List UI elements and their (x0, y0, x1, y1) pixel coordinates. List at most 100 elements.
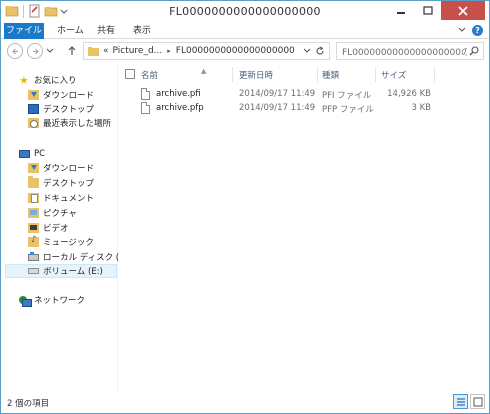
file-name: archive.pfp (156, 103, 204, 113)
large-icons-view-icon (473, 397, 482, 406)
nav-label: デスクトップ (43, 105, 95, 115)
nav-label: ドキュメント (43, 194, 95, 204)
tab-home[interactable]: ホーム (49, 23, 92, 39)
column-header-date[interactable]: 更新日時 (239, 67, 319, 83)
large-icons-view-button[interactable] (470, 394, 485, 409)
file-row[interactable]: archive.pfp 2014/09/17 11:49 PFP ファイル 3 … (119, 102, 489, 116)
nav-item-local-disk-c[interactable]: ローカル ディスク (C:) (28, 250, 131, 264)
nav-item-music[interactable]: ミュージック (28, 235, 94, 249)
nav-item-documents[interactable]: ドキュメント (28, 191, 94, 205)
maximize-button[interactable] (414, 1, 441, 20)
nav-label: 最近表示した場所 (43, 119, 112, 129)
file-size: 14,926 KB (387, 89, 431, 99)
address-dropdown-icon[interactable] (303, 47, 311, 58)
ribbon-controls: ? (458, 25, 483, 36)
column-label: 種類 (322, 71, 340, 81)
window-controls (387, 1, 485, 20)
star-icon: ★ (19, 73, 29, 87)
search-icon (469, 46, 479, 59)
breadcrumb-item[interactable]: Picture_d... (113, 46, 163, 56)
file-row[interactable]: archive.pfi 2014/09/17 11:49 PFI ファイル 14… (119, 88, 489, 102)
view-switcher (453, 394, 485, 409)
nav-label: PC (34, 149, 46, 159)
desktop-folder-icon (28, 176, 39, 188)
column-header-size[interactable]: サイズ (381, 67, 436, 83)
details-view-button[interactable] (453, 394, 468, 409)
column-header-type[interactable]: 種類 (322, 67, 377, 83)
nav-label: ネットワーク (34, 296, 86, 306)
documents-folder-icon (28, 193, 39, 203)
nav-label: ダウンロード (43, 164, 95, 174)
breadcrumb-overflow[interactable]: « (103, 46, 109, 56)
nav-item-favorites-downloads[interactable]: ダウンロード (28, 88, 94, 102)
file-name: archive.pfi (156, 89, 201, 99)
arrow-up-icon (68, 46, 76, 55)
file-icon (141, 88, 150, 100)
nav-label: ダウンロード (43, 91, 95, 101)
navigation-pane: ★ お気に入り ダウンロード デスクトップ 最近表示した場所 PC ダウンロード… (1, 63, 131, 391)
column-label: 更新日時 (239, 71, 274, 81)
column-label: 名前 (141, 71, 159, 81)
removable-drive-icon (28, 268, 39, 274)
nav-item-pictures[interactable]: ピクチャ (28, 206, 77, 220)
search-placeholder: FL0000000000000000000の... (342, 47, 467, 58)
file-date: 2014/09/17 11:49 (239, 89, 316, 99)
file-size: 3 KB (411, 103, 431, 113)
column-divider[interactable] (232, 67, 233, 82)
nav-item-volume-e[interactable]: ボリューム (E:) (5, 264, 117, 278)
nav-label: ビデオ (43, 224, 69, 234)
breadcrumb-separator-icon[interactable]: ▸ (167, 47, 171, 55)
file-type: PFI ファイル (322, 91, 372, 101)
nav-item-favorites-desktop[interactable]: デスクトップ (28, 102, 94, 116)
minimize-button[interactable] (387, 1, 414, 20)
nav-item-pc-desktop[interactable]: デスクトップ (28, 176, 94, 190)
nav-item-videos[interactable]: ビデオ (28, 221, 69, 235)
column-header-name[interactable]: 名前 ▲ (141, 67, 236, 83)
computer-icon (19, 150, 30, 158)
search-box[interactable]: FL0000000000000000000の... (336, 42, 484, 60)
refresh-icon[interactable] (315, 46, 325, 59)
details-view-icon (456, 397, 465, 406)
back-button[interactable] (7, 43, 23, 59)
nav-label: ミュージック (43, 238, 94, 248)
downloads-folder-icon (28, 163, 39, 173)
sort-ascending-icon: ▲ (201, 67, 207, 75)
nav-label: デスクトップ (43, 179, 95, 189)
network-icon (19, 295, 32, 307)
column-divider[interactable] (317, 67, 318, 82)
nav-item-recent-places[interactable]: 最近表示した場所 (28, 116, 111, 130)
expand-ribbon-icon[interactable] (458, 25, 466, 36)
nav-item-pc-downloads[interactable]: ダウンロード (28, 161, 94, 175)
chevron-down-icon (46, 48, 54, 53)
up-button[interactable] (67, 45, 77, 59)
downloads-folder-icon (28, 90, 39, 100)
select-all-checkbox[interactable] (125, 69, 135, 79)
breadcrumb-item-current[interactable]: FL0000000000000000000 (176, 46, 295, 56)
recent-locations-button[interactable] (46, 47, 54, 58)
tab-file[interactable]: ファイル (4, 23, 44, 39)
file-type: PFP ファイル (322, 105, 374, 115)
arrow-right-icon (32, 48, 39, 54)
column-divider[interactable] (434, 67, 435, 82)
tab-share[interactable]: 共有 (89, 23, 123, 39)
status-bar: 2 個の項目 (1, 391, 489, 413)
column-divider[interactable] (375, 67, 376, 82)
recent-places-icon (28, 118, 39, 128)
close-button[interactable] (441, 1, 485, 20)
tab-view[interactable]: 表示 (125, 23, 159, 39)
nav-network[interactable]: ネットワーク (19, 293, 85, 307)
forward-button[interactable] (27, 43, 43, 59)
nav-label: ローカル ディスク (C:) (43, 253, 132, 263)
address-bar[interactable]: « Picture_d... ▸ FL0000000000000000000 (83, 42, 330, 60)
nav-label: ピクチャ (43, 209, 77, 219)
nav-this-pc[interactable]: PC (19, 147, 45, 161)
help-icon[interactable]: ? (472, 25, 483, 36)
music-folder-icon (28, 235, 39, 247)
explorer-window: FL0000000000000000000 ファイル ホーム 共有 表示 ? «… (0, 0, 490, 414)
hard-drive-icon (28, 251, 39, 261)
file-date: 2014/09/17 11:49 (239, 103, 316, 113)
desktop-icon (28, 104, 39, 114)
file-icon (141, 102, 150, 114)
nav-favorites[interactable]: ★ お気に入り (19, 73, 77, 87)
navigation-bar: « Picture_d... ▸ FL0000000000000000000 F… (1, 40, 489, 62)
